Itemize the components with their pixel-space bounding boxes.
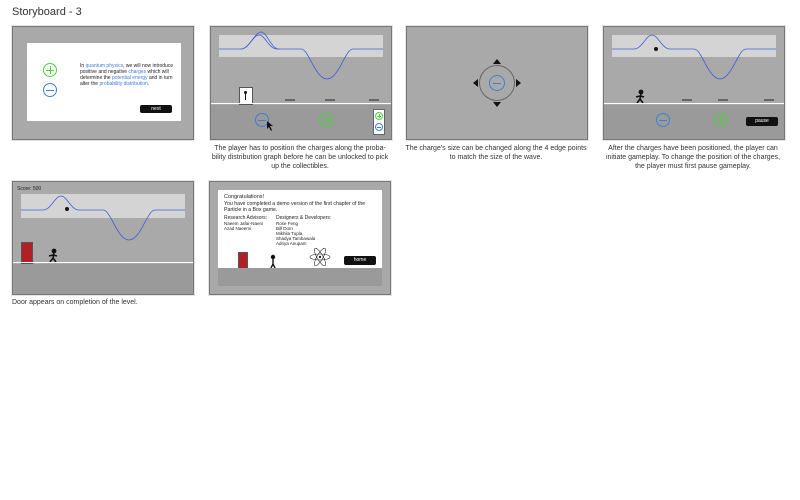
atom-icon xyxy=(309,247,331,267)
intro-text: In quantum physics, we will now introduc… xyxy=(80,63,174,87)
collectible xyxy=(285,99,295,101)
resize-handle-icons[interactable] xyxy=(473,59,521,107)
collectible xyxy=(682,99,692,101)
congrats-title: Congratulations! xyxy=(224,194,265,200)
control-bar xyxy=(211,105,391,139)
panel-resize xyxy=(406,26,588,140)
control-bar xyxy=(218,268,382,286)
cursor-icon xyxy=(267,121,273,131)
ground-line xyxy=(211,103,391,104)
caption-resize: The charge's size can be changed along t… xyxy=(405,145,587,161)
character-icon xyxy=(635,89,645,103)
collectible xyxy=(325,99,335,101)
panel-positioning xyxy=(210,26,392,140)
positive-charge-icon xyxy=(43,63,57,77)
congrats-text: You have completed a demo version of the… xyxy=(224,201,366,213)
character-icon xyxy=(48,248,58,262)
panel-gameplay: pause xyxy=(603,26,785,140)
panel-intro: In quantum physics, we will now introduc… xyxy=(12,26,194,140)
panel-door: Score: 500 xyxy=(12,181,194,295)
congrats-dialog: Congratulations! You have completed a de… xyxy=(218,190,382,270)
negative-charge-icon[interactable] xyxy=(656,113,670,127)
positive-charge-icon[interactable] xyxy=(714,113,728,127)
ground-line xyxy=(604,103,784,104)
collectible xyxy=(369,99,379,101)
caption-door: Door appears on completion of the level. xyxy=(12,299,138,306)
collectible xyxy=(718,99,728,101)
control-bar xyxy=(13,264,193,294)
collectible xyxy=(764,99,774,101)
character-icon xyxy=(270,254,276,268)
pause-button[interactable]: pause xyxy=(746,117,778,126)
charge-selector[interactable] xyxy=(373,109,385,135)
developers-section: Designers & Developers: Rose Feng Bill D… xyxy=(276,215,356,246)
advisor-name: Azad Naeemi xyxy=(224,226,252,231)
particle xyxy=(654,47,658,51)
panel-congratulations: Congratulations! You have completed a de… xyxy=(209,181,391,295)
ground-line xyxy=(13,262,193,263)
exit-door[interactable] xyxy=(21,242,33,264)
advisors-section: Research Advisors: Naeem Jafar-Naeni Aza… xyxy=(224,215,284,231)
caption-positioning: The player has to position the charges a… xyxy=(211,145,389,170)
next-button[interactable]: next xyxy=(140,105,172,113)
intro-dialog: In quantum physics, we will now introduc… xyxy=(27,43,181,121)
negative-charge-icon xyxy=(375,123,383,131)
caption-gameplay: After the charges have been positioned, … xyxy=(605,145,781,170)
storyboard-title: Storyboard - 3 xyxy=(12,6,82,18)
positive-charge-icon xyxy=(375,112,383,120)
particle xyxy=(65,207,69,211)
character-body xyxy=(245,94,246,100)
negative-charge-icon xyxy=(43,83,57,97)
positive-charge-icon[interactable] xyxy=(319,113,333,127)
home-button[interactable]: home xyxy=(344,256,376,265)
